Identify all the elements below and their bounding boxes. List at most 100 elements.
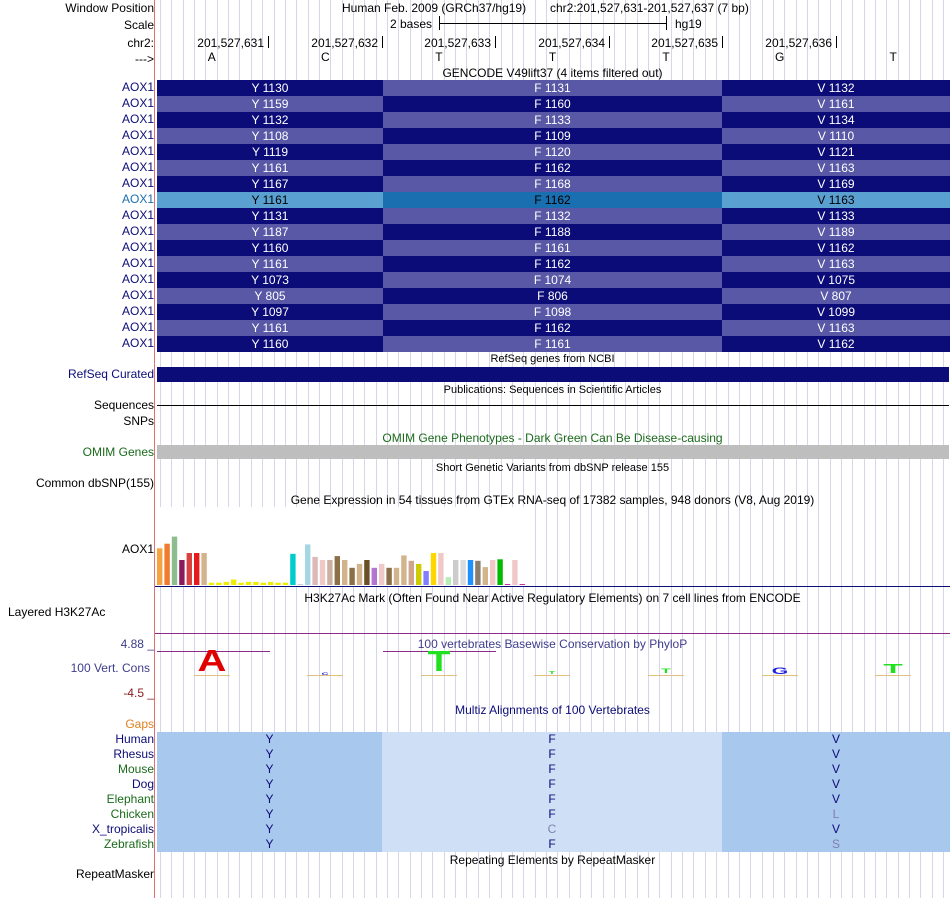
gencode-row-label[interactable]: AOX1 [122,112,154,127]
gencode-codon-cell[interactable]: F 1120 [383,144,722,160]
gencode-codon-cell[interactable]: Y 1167 [157,176,383,192]
multiz-residue-cell[interactable]: Y [157,747,382,762]
multiz-residue-cell[interactable]: Y [157,822,382,837]
publications-track-title[interactable]: Publications: Sequences in Scientific Ar… [155,384,950,396]
scale-label[interactable]: Scale [124,18,154,33]
gencode-codon-cell[interactable]: F 1160 [383,96,722,112]
phylop-track-title[interactable]: 100 vertebrates Basewise Conservation by… [155,637,950,651]
gtex-tissue-bar[interactable] [445,577,451,585]
gencode-codon-cell[interactable]: F 1188 [383,224,722,240]
multiz-residue-cell[interactable]: F [382,747,722,762]
multiz-residue-cell[interactable]: L [722,807,950,822]
multiz-residue-cell[interactable]: V [722,777,950,792]
gencode-row-label[interactable]: AOX1 [122,144,154,159]
gencode-codon-cell[interactable]: V 1163 [722,160,950,176]
chrom-label[interactable]: chr2: [127,36,154,51]
gtex-tissue-bar[interactable] [179,560,185,585]
h3k27ac-track-label[interactable]: Layered H3K27Ac [8,605,105,619]
multiz-residue-cell[interactable]: V [722,792,950,807]
gencode-row-label[interactable]: AOX1 [122,336,154,351]
gtex-tissue-bar[interactable] [223,581,229,585]
repeatmasker-track-title[interactable]: Repeating Elements by RepeatMasker [155,853,950,867]
gtex-tissue-bar[interactable] [268,581,274,585]
gtex-tissue-bar[interactable] [512,560,518,585]
gencode-codon-cell[interactable]: Y 1159 [157,96,383,112]
gtex-tissue-bar[interactable] [327,560,333,585]
gencode-codon-cell[interactable]: V 1133 [722,208,950,224]
gtex-tissue-bar[interactable] [349,567,355,585]
gtex-tissue-bar[interactable] [467,560,474,585]
gencode-codon-cell[interactable]: V 1121 [722,144,950,160]
gencode-codon-cell[interactable]: F 1162 [383,256,722,272]
snps-track-label[interactable]: SNPs [123,414,154,429]
gencode-codon-cell[interactable]: Y 1160 [157,336,383,352]
gtex-tissue-bar[interactable] [194,553,200,585]
gtex-tissue-bar[interactable] [231,579,237,586]
gencode-codon-cell[interactable]: F 1161 [383,336,722,352]
gtex-tissue-bar[interactable] [460,560,466,585]
gtex-tissue-bar[interactable] [490,560,496,585]
multiz-species-label[interactable]: Mouse [118,762,154,777]
gencode-codon-cell[interactable]: F 1168 [383,176,722,192]
multiz-residue-cell[interactable]: V [722,762,950,777]
gencode-codon-cell[interactable]: F 1132 [383,208,722,224]
gtex-track-label[interactable]: AOX1 [122,542,154,557]
gencode-codon-cell[interactable]: Y 1187 [157,224,383,240]
gtex-tissue-bar[interactable] [356,563,363,585]
gencode-codon-cell[interactable]: F 1131 [383,80,722,96]
gtex-tissue-bar[interactable] [238,582,244,585]
gtex-tissue-bar[interactable] [334,556,340,585]
refseq-track-label[interactable]: RefSeq Curated [68,367,154,382]
phylop-base-logo[interactable]: T [406,648,471,677]
gtex-tissue-bar[interactable] [312,556,318,585]
gencode-row-label[interactable]: AOX1 [122,320,154,335]
gencode-codon-cell[interactable]: V 1163 [722,192,950,208]
gencode-codon-cell[interactable]: Y 1161 [157,192,383,208]
gencode-codon-cell[interactable]: F 1162 [383,192,722,208]
gtex-tissue-bar[interactable] [342,560,348,585]
gencode-codon-cell[interactable]: Y 1161 [157,320,383,336]
dbsnp-track-title[interactable]: Short Genetic Variants from dbSNP releas… [155,462,950,474]
gtex-tissue-bar[interactable] [297,584,303,585]
gencode-row-label[interactable]: AOX1 [122,304,154,319]
gencode-codon-cell[interactable]: F 1109 [383,128,722,144]
sequences-track-label[interactable]: Sequences [94,398,154,413]
gencode-codon-cell[interactable]: F 1098 [383,304,722,320]
gtex-tissue-bar[interactable] [416,563,422,585]
gencode-codon-cell[interactable]: Y 1161 [157,256,383,272]
gencode-codon-cell[interactable]: V 1161 [722,96,950,112]
gtex-tissue-bar[interactable] [201,553,207,585]
gencode-codon-cell[interactable]: V 1132 [722,80,950,96]
multiz-species-label[interactable]: Human [115,732,154,747]
multiz-residue-cell[interactable]: V [722,747,950,762]
gencode-row-label[interactable]: AOX1 [122,176,154,191]
gtex-tissue-bar[interactable] [157,548,163,585]
gencode-codon-cell[interactable]: Y 1160 [157,240,383,256]
gtex-tissue-bar[interactable] [164,543,170,585]
h3k27ac-track-title[interactable]: H3K27Ac Mark (Often Found Near Active Re… [155,591,950,605]
gencode-codon-cell[interactable]: Y 805 [157,288,383,304]
gtex-tissue-bar[interactable] [186,553,192,585]
refseq-gene-bar[interactable] [157,367,949,382]
gtex-tissue-bar[interactable] [208,582,215,585]
dbsnp-track-label[interactable]: Common dbSNP(155) [36,476,154,491]
gtex-tissue-bar[interactable] [171,536,178,585]
gencode-codon-cell[interactable]: F 1161 [383,240,722,256]
gtex-bar-chart[interactable] [155,507,535,587]
omim-gene-bar[interactable] [157,445,949,459]
gencode-row-label[interactable]: AOX1 [122,256,154,271]
gencode-codon-cell[interactable]: Y 1119 [157,144,383,160]
gtex-tissue-bar[interactable] [430,553,437,585]
multiz-species-label[interactable]: Chicken [111,807,154,822]
multiz-species-label[interactable]: Elephant [107,792,154,807]
gencode-codon-cell[interactable]: V 1163 [722,320,950,336]
gtex-tissue-bar[interactable] [216,582,222,585]
gencode-codon-cell[interactable]: Y 1130 [157,80,383,96]
gencode-codon-cell[interactable]: F 1162 [383,160,722,176]
gtex-tissue-bar[interactable] [364,560,370,585]
multiz-residue-cell[interactable]: Y [157,837,382,852]
gtex-tissue-bar[interactable] [438,553,444,585]
gencode-codon-cell[interactable]: V 1169 [722,176,950,192]
gtex-tissue-bar[interactable] [319,560,326,585]
multiz-residue-cell[interactable]: F [382,837,722,852]
